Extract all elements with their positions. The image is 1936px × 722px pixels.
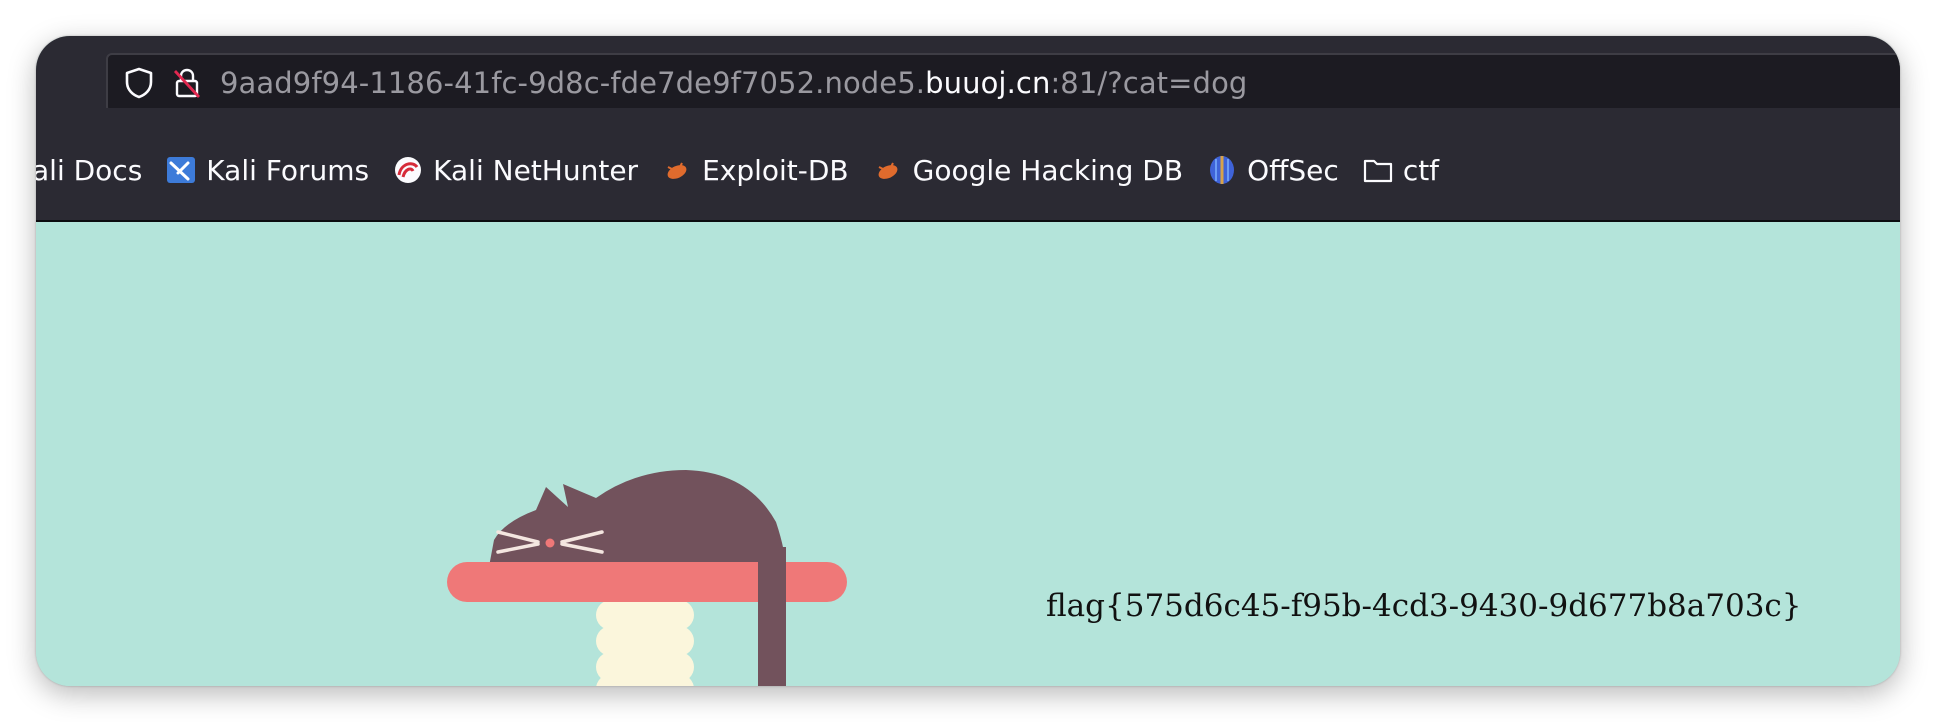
- insecure-lock-icon[interactable]: [170, 66, 204, 100]
- shield-icon[interactable]: [122, 66, 156, 100]
- bookmark-label: Kali NetHunter: [433, 153, 639, 187]
- cat-nose: [545, 538, 555, 548]
- bookmark-label: Kali Forums: [206, 153, 370, 187]
- bookmark-google-hacking-db[interactable]: Google Hacking DB: [873, 150, 1183, 190]
- cat-tree-post: [596, 600, 694, 686]
- bookmark-folder-ctf[interactable]: ctf: [1363, 150, 1439, 190]
- url-domain: buuoj.cn: [925, 66, 1051, 100]
- folder-icon: [1363, 155, 1393, 185]
- bookmark-label: ali Docs: [36, 153, 143, 187]
- bookmark-offsec[interactable]: OffSec: [1207, 150, 1339, 190]
- offsec-icon: [1207, 155, 1237, 185]
- address-bar[interactable]: 9aad9f94-1186-41fc-9d8c-fde7de9f7052.nod…: [106, 53, 1900, 113]
- browser-toolbar: 9aad9f94-1186-41fc-9d8c-fde7de9f7052.nod…: [36, 36, 1900, 113]
- url-suffix: :81/?cat=dog: [1050, 66, 1248, 100]
- kali-forums-icon: [166, 155, 196, 185]
- url-prefix: 9aad9f94-1186-41fc-9d8c-fde7de9f7052.nod…: [220, 66, 926, 100]
- bookmark-exploit-db[interactable]: Exploit-DB: [662, 150, 849, 190]
- bookmarks-toolbar: ali Docs Kali Forums Kali NetHunter Expl…: [36, 108, 1900, 222]
- kali-nethunter-icon: [393, 155, 423, 185]
- cat-tree-platform: [447, 562, 847, 602]
- bookmark-kali-docs[interactable]: ali Docs: [36, 150, 142, 190]
- flag-text: flag{575d6c45-f95b-4cd3-9430-9d677b8a703…: [1046, 588, 1802, 624]
- bookmark-label: Exploit-DB: [702, 153, 849, 187]
- bookmark-label: OffSec: [1247, 153, 1339, 187]
- browser-window: 9aad9f94-1186-41fc-9d8c-fde7de9f7052.nod…: [36, 36, 1900, 686]
- bookmark-kali-forums[interactable]: Kali Forums: [166, 150, 369, 190]
- cat-tail: [758, 562, 786, 686]
- page-content: flag{575d6c45-f95b-4cd3-9430-9d677b8a703…: [36, 222, 1900, 686]
- exploit-db-icon: [662, 155, 692, 185]
- url-text[interactable]: 9aad9f94-1186-41fc-9d8c-fde7de9f7052.nod…: [220, 66, 1247, 100]
- bookmark-label: ctf: [1402, 153, 1440, 187]
- bookmark-label: Google Hacking DB: [912, 153, 1184, 187]
- bookmark-kali-nethunter[interactable]: Kali NetHunter: [393, 150, 638, 190]
- google-hacking-db-icon: [873, 155, 903, 185]
